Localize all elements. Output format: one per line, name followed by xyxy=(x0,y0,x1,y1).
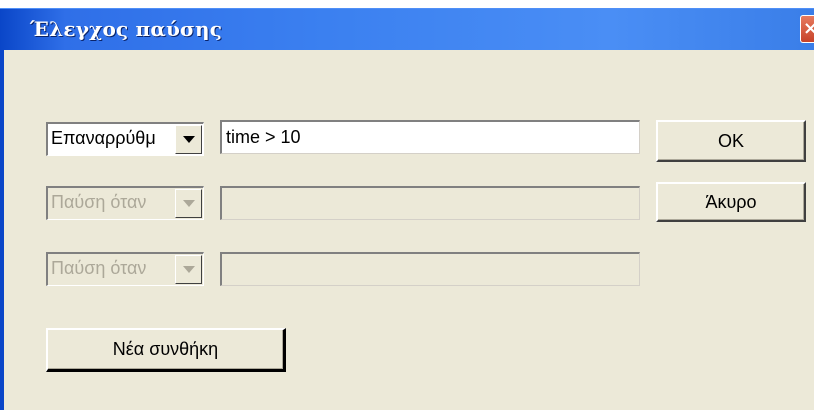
condition-type-value-3: Παύση όταν xyxy=(51,258,147,278)
condition-expression-input-1[interactable]: time > 10 xyxy=(220,120,640,154)
condition-type-select-2: Παύση όταν xyxy=(46,186,204,220)
condition-expression-input-2 xyxy=(220,186,640,220)
cancel-button-label: Άκυρο xyxy=(705,192,757,212)
condition-type-select-1[interactable]: Επαναρρύθμ xyxy=(46,122,204,156)
condition-expression-value-1: time > 10 xyxy=(226,127,301,147)
condition-type-select-3: Παύση όταν xyxy=(46,252,204,286)
window-border xyxy=(0,50,4,410)
dialog-title: Έλεγχος παύσης xyxy=(30,17,223,41)
condition-type-value-2: Παύση όταν xyxy=(51,192,147,212)
close-button[interactable]: × xyxy=(800,15,814,43)
new-condition-button-label: Νέα συνθήκη xyxy=(112,339,219,359)
chevron-down-icon xyxy=(175,189,202,218)
pause-control-dialog: Έλεγχος παύσης × Επαναρρύθμ time > 10 Πα… xyxy=(0,8,814,410)
chevron-down-icon[interactable] xyxy=(175,125,202,154)
close-icon: × xyxy=(803,18,814,40)
ok-button-label: OK xyxy=(717,131,744,151)
condition-expression-input-3 xyxy=(220,252,640,286)
title-bar[interactable]: Έλεγχος παύσης × xyxy=(0,8,814,50)
condition-type-value-1: Επαναρρύθμ xyxy=(51,128,156,148)
ok-button[interactable]: OK xyxy=(656,120,806,162)
chevron-down-icon xyxy=(175,255,202,284)
new-condition-button[interactable]: Νέα συνθήκη xyxy=(46,328,286,372)
cancel-button[interactable]: Άκυρο xyxy=(656,182,806,222)
